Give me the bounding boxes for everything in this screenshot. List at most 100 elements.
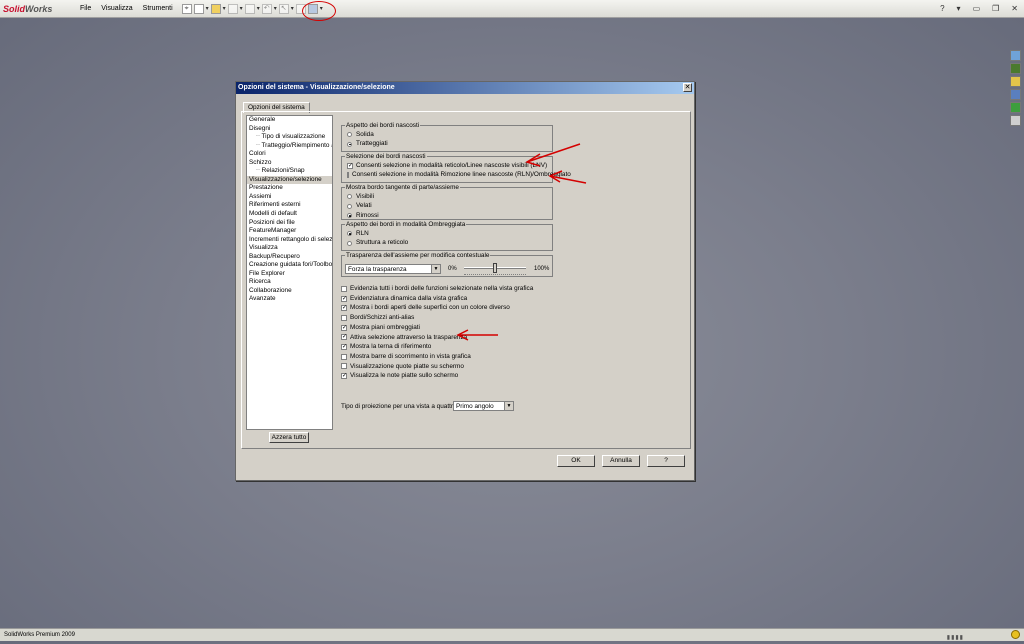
chevron-down-icon[interactable]: ▾ (291, 5, 294, 12)
checkbox[interactable] (341, 363, 347, 370)
restore-icon[interactable]: ❐ (992, 0, 999, 17)
checkbox[interactable] (341, 285, 347, 292)
checkbox-row[interactable]: Consenti selezione in modalità Rimozione… (347, 170, 571, 179)
checkbox[interactable]: ✓ (347, 162, 353, 169)
tree-item[interactable]: Backup/Recupero (247, 253, 332, 262)
radio-button[interactable] (347, 203, 352, 209)
tree-item[interactable]: Tratteggio/Riempimento aree (247, 142, 332, 151)
radio-dashed[interactable]: Tratteggiati (347, 139, 552, 148)
checkbox-row[interactable]: Mostra barre di scorrimento in vista gra… (341, 352, 533, 362)
close-icon[interactable]: ✕ (683, 83, 692, 92)
tree-item[interactable]: Tipo di visualizzazione (247, 133, 332, 142)
open-folder-icon[interactable] (210, 3, 221, 14)
tree-item[interactable]: Avanzate (247, 295, 332, 304)
checkbox[interactable]: ✓ (341, 324, 347, 331)
view-palette-icon[interactable] (1010, 89, 1021, 100)
checkbox-row[interactable]: ✓ Mostra i bordi aperti delle superfici c… (341, 303, 533, 313)
menu-file[interactable]: File (75, 0, 96, 17)
chevron-down-icon[interactable]: ▾ (223, 5, 226, 12)
menu-strumenti[interactable]: Strumenti (138, 0, 178, 17)
radio-visible[interactable]: Visibili (347, 192, 552, 201)
checkbox-row[interactable]: ✓ Consenti selezione in modalità reticolo… (347, 161, 552, 170)
checkbox-row[interactable]: Evidenzia tutti i bordi delle funzioni s… (341, 284, 533, 294)
radio-button[interactable] (347, 231, 352, 237)
appearances-icon[interactable] (1010, 102, 1021, 113)
tree-item[interactable]: Collaborazione (247, 287, 332, 296)
checkbox-row[interactable]: ✓ Visualizza le note piatte sullo schermo (341, 371, 533, 381)
close-icon[interactable]: ✕ (1011, 0, 1018, 17)
chevron-down-icon[interactable]: ▾ (274, 5, 277, 12)
checkbox[interactable]: ✓ (341, 295, 347, 302)
tree-item[interactable]: Disegni (247, 125, 332, 134)
tree-item[interactable]: Prestazione (247, 184, 332, 193)
checkbox-row[interactable]: Bordi/Schizzi anti-alias (341, 313, 533, 323)
tree-item[interactable]: Riferimenti esterni (247, 201, 332, 210)
chevron-down-icon[interactable]: ▾ (206, 5, 209, 12)
checkbox[interactable] (347, 172, 349, 179)
resources-icon[interactable] (1010, 50, 1021, 61)
chevron-down-icon[interactable]: ▼ (431, 265, 440, 273)
print-icon[interactable] (244, 3, 255, 14)
checkbox[interactable]: ✓ (341, 305, 347, 312)
radio-hlr[interactable]: RLN (347, 229, 552, 238)
tree-item[interactable]: Colori (247, 150, 332, 159)
options-tree[interactable]: GeneraleDisegniTipo di visualizzazioneTr… (246, 115, 333, 430)
minimize-icon[interactable]: ▭ (973, 0, 981, 17)
transparency-select[interactable]: Forza la trasparenza ▼ (345, 264, 441, 274)
save-icon[interactable] (227, 3, 238, 14)
chevron-down-icon[interactable]: ▼ (504, 402, 513, 410)
rebuild-status-icon[interactable] (1011, 630, 1020, 639)
pin-icon[interactable]: ⌖ (181, 3, 192, 14)
tree-item[interactable]: File Explorer (247, 270, 332, 279)
checkbox-row[interactable]: ✓ Evidenziatura dinamica dalla vista graf… (341, 294, 533, 304)
tree-item[interactable]: FeatureManager (247, 227, 332, 236)
radio-wireframe[interactable]: Struttura a reticolo (347, 238, 552, 247)
tree-item[interactable]: Generale (247, 116, 332, 125)
radio-button[interactable] (347, 213, 352, 219)
help-button[interactable]: ? (647, 455, 685, 467)
checkbox[interactable]: ✓ (341, 373, 347, 380)
checkbox-row[interactable]: ✓ Mostra la terna di riferimento (341, 342, 533, 352)
radio-button[interactable] (347, 240, 352, 246)
cancel-button[interactable]: Annulla (602, 455, 640, 467)
checkbox[interactable] (341, 353, 347, 360)
tree-item[interactable]: Assiemi (247, 193, 332, 202)
radio-faded[interactable]: Velati (347, 201, 552, 210)
transparency-slider[interactable] (464, 263, 526, 275)
chevron-down-icon[interactable]: ▾ (957, 0, 961, 17)
tree-item[interactable]: Ricerca (247, 278, 332, 287)
checkbox[interactable] (341, 314, 347, 321)
tree-item[interactable]: Schizzo (247, 159, 332, 168)
tree-item[interactable]: Posizioni dei file (247, 219, 332, 228)
tree-item[interactable]: Modelli di default (247, 210, 332, 219)
projection-select[interactable]: Primo angolo ▼ (453, 401, 514, 411)
checkbox-row[interactable]: Visualizzazione quote piatte su schermo (341, 362, 533, 372)
tree-item[interactable]: Visualizzazione/selezione (247, 175, 332, 185)
radio-button[interactable] (347, 141, 352, 147)
radio-solid[interactable]: Solida (347, 130, 552, 139)
checkbox-row[interactable]: ✓ Mostra piani ombreggiati (341, 323, 533, 333)
checkbox-row[interactable]: ✓ Attiva selezione attraverso la traspare… (341, 333, 533, 343)
select-pointer-icon[interactable]: ↖ (278, 3, 289, 14)
help-icon[interactable]: ? (940, 0, 944, 17)
new-document-icon[interactable] (193, 3, 204, 14)
radio-button[interactable] (347, 132, 352, 138)
undo-icon[interactable]: ↶ (261, 3, 272, 14)
chevron-down-icon[interactable]: ▾ (240, 5, 243, 12)
radio-button[interactable] (347, 194, 352, 200)
radio-removed[interactable]: Rimossi (347, 211, 552, 220)
checkbox[interactable]: ✓ (341, 334, 347, 341)
design-library-icon[interactable] (1010, 63, 1021, 74)
tree-item[interactable]: Visualizza (247, 244, 332, 253)
tree-item[interactable]: Incrementi rettangolo di selezione (247, 236, 332, 245)
file-explorer-icon[interactable] (1010, 76, 1021, 87)
chevron-down-icon[interactable]: ▾ (257, 5, 260, 12)
checkbox[interactable]: ✓ (341, 344, 347, 351)
menu-visualizza[interactable]: Visualizza (96, 0, 137, 17)
reset-all-button[interactable]: Azzera tutto (269, 432, 309, 443)
tree-item[interactable]: Relazioni/Snap (247, 167, 332, 176)
tree-item[interactable]: Creazione guidata fori/Toolbox (247, 261, 332, 270)
slider-thumb[interactable] (493, 263, 497, 273)
ok-button[interactable]: OK (557, 455, 595, 467)
custom-properties-icon[interactable] (1010, 115, 1021, 126)
